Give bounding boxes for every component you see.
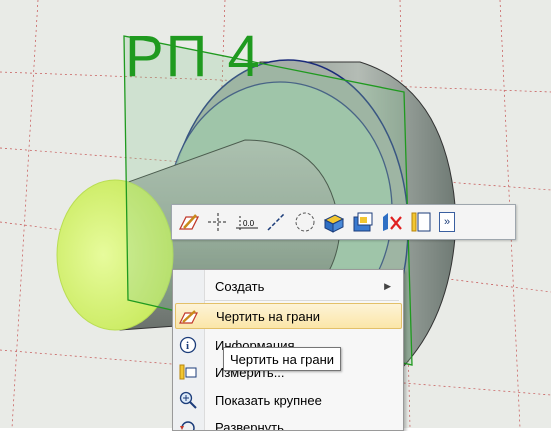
menu-item-create[interactable]: Создать ▶ [173, 273, 403, 299]
delete-icon [380, 211, 404, 233]
menu-item-sketch-on-face[interactable]: Чертить на грани [175, 303, 402, 329]
sketch-on-face-icon [179, 308, 199, 326]
extrude-button[interactable] [321, 209, 347, 235]
cut-button[interactable] [350, 209, 376, 235]
sketch-on-face-button[interactable] [176, 209, 202, 235]
zoom-icon [178, 391, 198, 409]
circle-button[interactable] [292, 209, 318, 235]
line-button[interactable] [263, 209, 289, 235]
context-toolbar: 0.0 » [171, 204, 516, 240]
measure-icon [178, 363, 198, 381]
dimension-button[interactable]: 0.0 [234, 209, 260, 235]
info-icon: i [178, 336, 198, 354]
rotate-icon [178, 418, 198, 431]
cut-icon [351, 211, 375, 233]
sketch-on-face-icon [178, 212, 200, 232]
line-icon [265, 212, 287, 232]
hide-button[interactable] [408, 209, 434, 235]
menu-item-rotate[interactable]: Развернуть [173, 414, 403, 431]
toolbar-more-button[interactable]: » [439, 212, 455, 232]
menu-item-label: Создать [215, 279, 264, 294]
svg-text:i: i [186, 340, 189, 352]
menu-item-label: Развернуть [215, 420, 284, 431]
plane-label: РП 4 [125, 28, 262, 86]
menu-item-label: Чертить на грани [216, 309, 320, 324]
delete-button[interactable] [379, 209, 405, 235]
menu-item-zoom[interactable]: Показать крупнее [173, 387, 403, 413]
tooltip: Чертить на грани [223, 347, 341, 371]
axis-cross-icon [207, 212, 229, 232]
extrude-icon [322, 211, 346, 233]
menu-separator [204, 300, 399, 301]
3d-viewport[interactable]: РП 4 0.0 » Созда [0, 0, 551, 428]
hide-icon [410, 211, 432, 233]
dimension-icon: 0.0 [234, 212, 260, 232]
circle-icon [294, 211, 316, 233]
axis-cross-button[interactable] [205, 209, 231, 235]
submenu-arrow-icon: ▶ [384, 281, 391, 292]
menu-item-label: Показать крупнее [215, 393, 322, 408]
svg-text:0.0: 0.0 [243, 219, 255, 228]
